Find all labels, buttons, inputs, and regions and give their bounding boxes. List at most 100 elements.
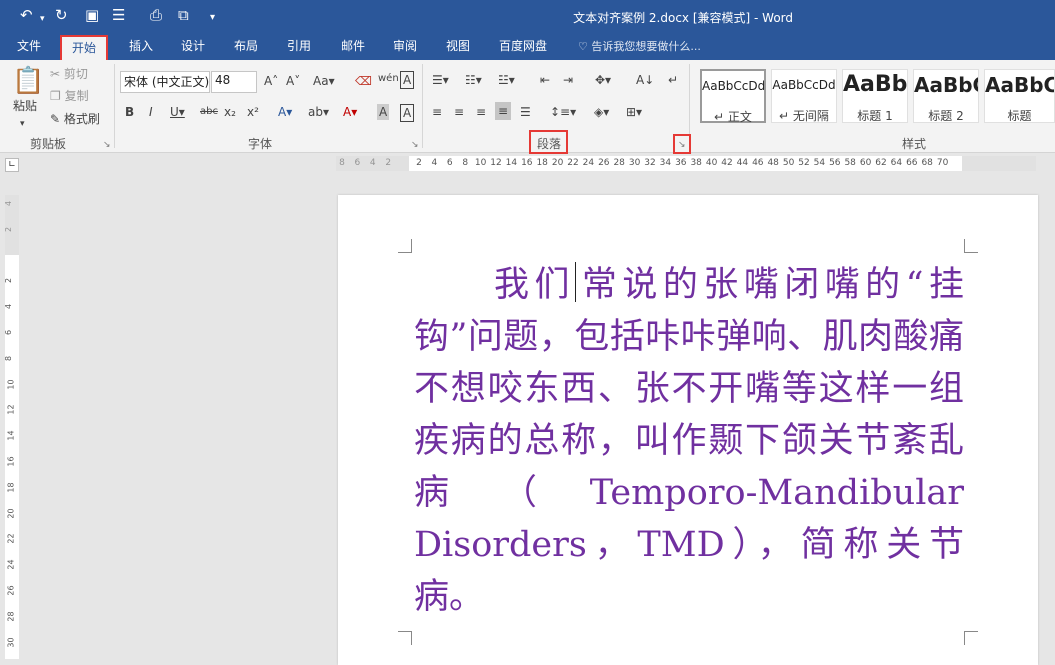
grow-font-icon[interactable]: A˄ xyxy=(264,73,278,89)
font-size-box[interactable]: 48 xyxy=(211,71,257,93)
bullets-icon[interactable]: ☰▾ xyxy=(432,72,449,88)
ruler-tick-label: 20 xyxy=(6,508,16,519)
align-center-icon[interactable]: ≡ xyxy=(454,104,464,120)
clipboard-launcher-icon[interactable]: ↘ xyxy=(103,140,111,150)
paste-icon[interactable]: 📋 xyxy=(12,66,44,96)
enclose-character-icon[interactable]: A xyxy=(400,71,415,89)
style-name: 标题 2 xyxy=(928,109,964,123)
decrease-indent-icon[interactable]: ⇤ xyxy=(540,72,550,88)
ruler-tick-label: 16 xyxy=(6,456,16,467)
document-page[interactable]: 我们常说的张嘴闭嘴的“挂钩”问题，包括咔咔弹响、肌肉酸痛不想咬东西、张不开嘴等这… xyxy=(338,195,1038,665)
style-heading-2[interactable]: AaBbC 标题 2 xyxy=(913,69,979,123)
tab-design[interactable]: 设计 xyxy=(181,38,205,54)
phonetic-guide-icon[interactable]: wén xyxy=(378,71,399,87)
style-name: 标题 xyxy=(1007,109,1032,123)
ruler-tick-label: 24 xyxy=(582,158,595,168)
ruler-tick-label: 28 xyxy=(6,611,16,622)
line-spacing-icon[interactable]: ↕≡▾ xyxy=(550,104,576,120)
ruler-tick-label: 28 xyxy=(613,158,625,168)
ruler-tick-label: 40 xyxy=(705,158,718,168)
tab-selector[interactable]: ∟ xyxy=(5,158,19,172)
show-marks-icon[interactable]: ↵ xyxy=(668,72,678,88)
ruler-tick-label: 2 xyxy=(4,278,14,284)
character-shading-icon[interactable]: A xyxy=(377,104,390,120)
tab-view[interactable]: 视图 xyxy=(446,38,470,54)
justify-icon[interactable]: ≡ xyxy=(495,102,512,120)
document-body[interactable]: 我们常说的张嘴闭嘴的“挂钩”问题，包括咔咔弹响、肌肉酸痛不想咬东西、张不开嘴等这… xyxy=(414,259,964,623)
tab-references[interactable]: 引用 xyxy=(287,38,311,54)
ruler-tick-label: 22 xyxy=(567,158,579,168)
underline-button[interactable]: U▾ xyxy=(170,104,185,120)
ruler-tick-label: 22 xyxy=(6,533,16,544)
copy-icon: ❐ xyxy=(50,89,65,103)
text-effects-icon[interactable]: A▾ xyxy=(278,104,292,120)
tab-baidu-netdisk[interactable]: 百度网盘 xyxy=(499,38,547,54)
chinese-layout-icon[interactable]: ✥▾ xyxy=(595,72,611,88)
ruler-tick-label: 52 xyxy=(798,158,810,168)
subscript-button[interactable]: x₂ xyxy=(224,104,236,120)
superscript-button[interactable]: x² xyxy=(247,104,259,120)
font-name-box[interactable]: 宋体 (中文正文) xyxy=(120,71,210,93)
bold-button[interactable]: B xyxy=(125,104,134,120)
ruler-tick-label: 2 xyxy=(416,158,422,168)
style-normal[interactable]: AaBbCcDd ↵ 正文 xyxy=(700,69,766,124)
paragraph-launcher-highlight xyxy=(673,134,691,154)
paragraph[interactable]: 我们常说的张嘴闭嘴的“挂钩”问题，包括咔咔弹响、肌肉酸痛不想咬东西、张不开嘴等这… xyxy=(414,259,964,623)
style-heading-1[interactable]: AaBb 标题 1 xyxy=(842,69,908,123)
crop-mark xyxy=(964,239,978,253)
format-painter-button[interactable]: ✎ 格式刷 xyxy=(50,111,100,127)
ruler-tick-label: 12 xyxy=(6,404,16,415)
ruler-tick-label: 6 xyxy=(446,158,453,168)
paragraph-group-highlight xyxy=(529,130,568,154)
tell-me-search[interactable]: ♡ 告诉我您想要做什么... xyxy=(578,38,701,54)
align-right-icon[interactable]: ≡ xyxy=(476,104,486,120)
increase-indent-icon[interactable]: ⇥ xyxy=(563,72,573,88)
tab-review[interactable]: 审阅 xyxy=(393,38,417,54)
lightbulb-icon: ♡ xyxy=(578,40,592,53)
ruler-tick-label: 38 xyxy=(690,158,702,168)
borders-icon[interactable]: ⊞▾ xyxy=(626,104,642,120)
style-name: 标题 1 xyxy=(857,109,893,123)
tab-file[interactable]: 文件 xyxy=(17,38,41,54)
ruler-tick-label: 10 xyxy=(6,379,16,390)
tab-insert[interactable]: 插入 xyxy=(129,38,153,54)
align-left-icon[interactable]: ≡ xyxy=(432,104,442,120)
font-color-icon[interactable]: A▾ xyxy=(343,104,357,120)
ruler-tick-label: 14 xyxy=(505,158,518,168)
cut-button[interactable]: ✂ 剪切 xyxy=(50,66,88,82)
horizontal-ruler[interactable]: 8642246810121416182022242628303234363840… xyxy=(336,156,1036,171)
tab-layout[interactable]: 布局 xyxy=(234,38,258,54)
tab-home[interactable]: 开始 xyxy=(60,35,109,60)
copy-button[interactable]: ❐ 复制 xyxy=(50,88,89,104)
shrink-font-icon[interactable]: A˅ xyxy=(286,73,300,89)
ruler-margin-left xyxy=(336,156,409,171)
ruler-tick-label: 54 xyxy=(813,158,826,168)
paste-dropdown-icon[interactable]: ▾ xyxy=(20,116,25,132)
clear-format-icon[interactable]: ⌫ xyxy=(355,73,372,89)
ruler-tick-label: 30 xyxy=(6,637,16,648)
cut-label: 剪切 xyxy=(63,67,88,81)
ruler-tick-label: 66 xyxy=(906,158,918,168)
paste-button[interactable]: 粘贴 xyxy=(13,98,37,114)
character-border-icon[interactable]: A xyxy=(400,104,415,122)
distributed-icon[interactable]: ☰ xyxy=(520,104,531,120)
italic-button[interactable]: I xyxy=(149,104,153,120)
ruler-margin-top xyxy=(5,195,19,255)
style-sample: AaBb xyxy=(843,72,907,97)
numbering-icon[interactable]: ☷▾ xyxy=(465,72,482,88)
style-no-spacing[interactable]: AaBbCcDd ↵ 无间隔 xyxy=(771,69,837,123)
highlight-icon[interactable]: ab▾ xyxy=(308,104,329,120)
sort-icon[interactable]: A↓ xyxy=(636,72,654,88)
vertical-ruler[interactable]: 4224681012141618202224262830 xyxy=(4,195,19,659)
strikethrough-button[interactable]: abc xyxy=(200,104,218,120)
shading-icon[interactable]: ◈▾ xyxy=(594,104,609,120)
tab-mailings[interactable]: 邮件 xyxy=(341,38,365,54)
style-title[interactable]: AaBbC 标题 xyxy=(984,69,1055,123)
multilevel-list-icon[interactable]: ☳▾ xyxy=(498,72,515,88)
title-bar: ↶ ▾ ↻ ▣ ☰ ⎙ ⧉ ▾ 文本对齐案例 2.docx [兼容模式] - W… xyxy=(0,0,1055,32)
font-launcher-icon[interactable]: ↘ xyxy=(411,140,419,150)
ruler-tick-label: 30 xyxy=(628,158,641,168)
ruler-tick-label: 48 xyxy=(767,158,779,168)
change-case-icon[interactable]: Aa▾ xyxy=(313,73,335,89)
crop-mark xyxy=(398,631,412,645)
